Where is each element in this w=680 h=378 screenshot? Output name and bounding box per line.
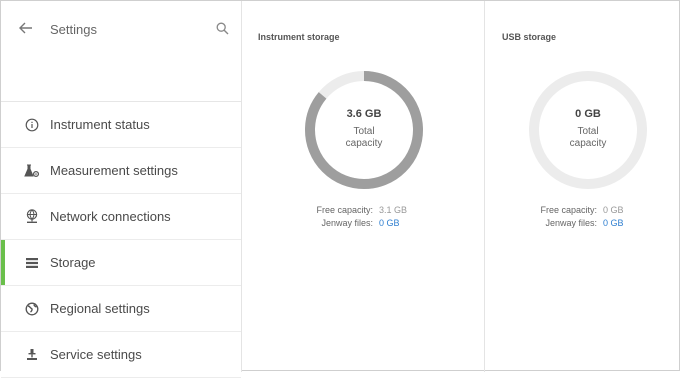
jenway-files-label: Jenway files: — [545, 218, 597, 228]
free-capacity-label: Free capacity: — [540, 205, 597, 215]
jenway-files-row: Jenway files: 0 GB — [526, 217, 656, 230]
sidebar-item-measurement-settings[interactable]: Measurement settings — [1, 148, 241, 194]
total-label-line2: capacity — [569, 138, 607, 149]
sidebar-item-label: Measurement settings — [50, 163, 178, 178]
sidebar-item-instrument-status[interactable]: Instrument status — [1, 102, 241, 148]
total-capacity-value: 0 GB — [575, 108, 601, 120]
sidebar-item-storage[interactable]: Storage — [1, 240, 241, 286]
instrument-storage-panel: Instrument storage 3.6 GB Total capacity… — [242, 1, 485, 372]
sidebar-item-label: Network connections — [50, 209, 171, 224]
free-capacity-value: 0 GB — [603, 205, 624, 215]
panel-title: USB storage — [502, 32, 557, 42]
total-label-line1: Total — [577, 126, 599, 137]
total-label-line1: Total — [353, 126, 375, 137]
jenway-files-value: 0 GB — [379, 218, 400, 228]
sidebar-item-label: Regional settings — [50, 301, 150, 316]
sidebar-item-regional-settings[interactable]: Regional settings — [1, 286, 241, 332]
panel-title: Instrument storage — [258, 32, 340, 42]
flask-gear-icon — [23, 162, 41, 180]
sidebar-item-network-connections[interactable]: Network connections — [1, 194, 241, 240]
free-capacity-row: Free capacity: 0 GB — [526, 204, 656, 217]
instrument-capacity-ring: 3.6 GB Total capacity — [302, 68, 426, 192]
network-globe-icon — [23, 208, 41, 226]
service-icon — [23, 346, 41, 364]
usb-storage-panel: USB storage 0 GB Total capacity Free cap… — [486, 1, 680, 372]
globe-icon — [23, 300, 41, 318]
back-arrow-icon[interactable] — [15, 17, 37, 39]
usb-stats: Free capacity: 0 GB Jenway files: 0 GB — [526, 204, 656, 230]
free-capacity-row: Free capacity: 3.1 GB — [302, 204, 432, 217]
info-icon — [23, 116, 41, 134]
sidebar-item-label: Storage — [50, 255, 96, 270]
jenway-files-value: 0 GB — [603, 218, 624, 228]
sidebar: Settings Instrument status Measurement s… — [1, 1, 242, 378]
storage-list-icon — [23, 254, 41, 272]
settings-window: Settings Instrument status Measurement s… — [0, 0, 680, 378]
search-icon[interactable] — [211, 17, 233, 39]
total-capacity-label: Total capacity — [526, 126, 650, 150]
free-capacity-value: 3.1 GB — [379, 205, 408, 215]
sidebar-item-service-settings[interactable]: Service settings — [1, 332, 241, 378]
instrument-stats: Free capacity: 3.1 GB Jenway files: 0 GB — [302, 204, 432, 230]
sidebar-item-label: Service settings — [50, 347, 142, 362]
total-capacity-label: Total capacity — [302, 126, 426, 150]
sidebar-item-label: Instrument status — [50, 117, 150, 132]
total-capacity-value: 3.6 GB — [346, 108, 382, 120]
free-capacity-label: Free capacity: — [316, 205, 373, 215]
usb-capacity-ring: 0 GB Total capacity — [526, 68, 650, 192]
jenway-files-row: Jenway files: 0 GB — [302, 217, 432, 230]
sidebar-header: Settings — [1, 1, 241, 102]
page-title: Settings — [50, 22, 97, 37]
jenway-files-label: Jenway files: — [321, 218, 373, 228]
total-label-line2: capacity — [345, 138, 383, 149]
